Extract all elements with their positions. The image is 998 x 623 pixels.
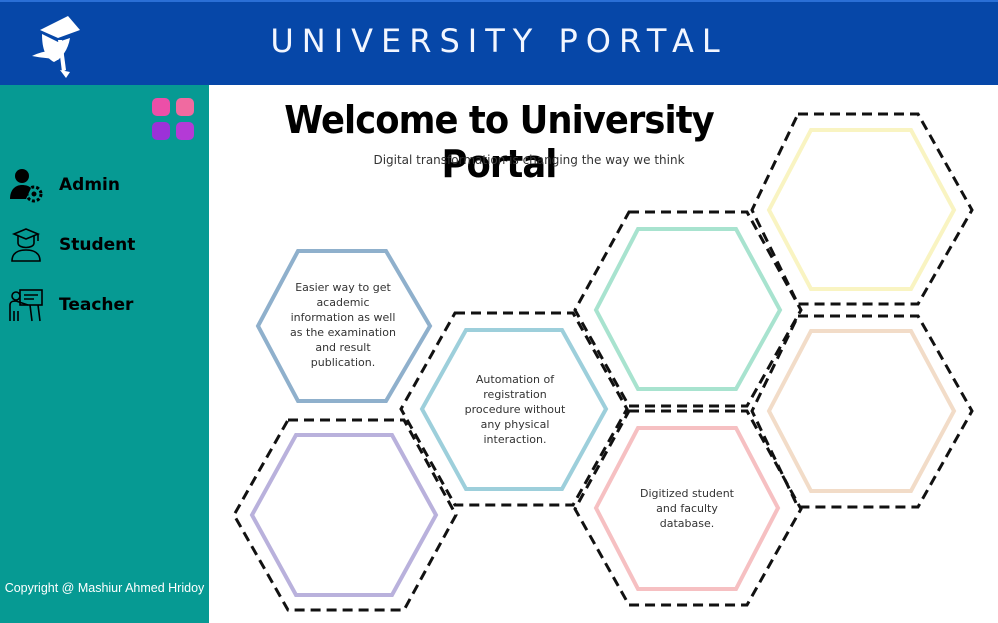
hex-green [593, 227, 783, 391]
teacher-icon [8, 287, 44, 323]
sidebar-item-teacher[interactable]: Teacher [8, 285, 198, 325]
hex-dashed-outline [573, 210, 803, 408]
hex-academic-info-text: Easier way to get academic information a… [290, 281, 396, 369]
page-subtitle: Digital transformation is changing the w… [373, 153, 685, 167]
sidebar-item-label: Admin [59, 175, 120, 195]
student-icon [8, 227, 44, 263]
sidebar-item-student[interactable]: Student [8, 225, 198, 265]
page-title: Welcome to University Portal [284, 98, 714, 186]
hex-database-text: Digitized student and faculty database. [639, 487, 734, 530]
sidebar-item-admin[interactable]: Admin [8, 165, 198, 205]
copyright-text: Copyright @ Mashiur Ahmed Hridoy [4, 581, 205, 595]
hex-peach [766, 329, 957, 493]
hex-dashed-outline [750, 112, 974, 306]
portal-title: UNIVERSITY PORTAL [270, 22, 728, 60]
hex-dashed-outline [232, 418, 458, 612]
sidebar-item-label: Student [59, 235, 136, 255]
apps-grid-icon[interactable] [152, 98, 196, 142]
sidebar: Admin Student Teacher Copyright @ Mashiu… [0, 85, 209, 623]
hex-registration-text: Automation of registration procedure wit… [464, 373, 566, 446]
hex-purple [249, 433, 439, 597]
admin-gear-icon [8, 167, 44, 203]
hex-dashed-outline [750, 314, 974, 509]
header-bar: UNIVERSITY PORTAL [0, 0, 998, 85]
sidebar-item-label: Teacher [59, 295, 134, 315]
